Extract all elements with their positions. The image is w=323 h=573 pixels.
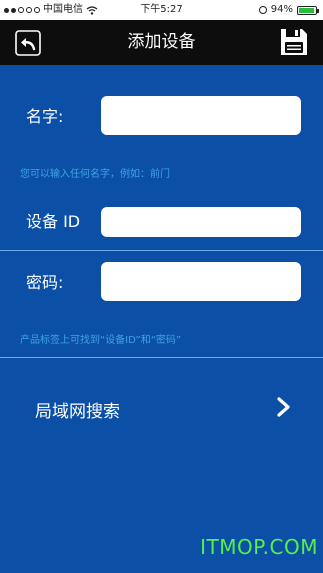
orientation-lock-icon: [258, 6, 267, 14]
status-right: 94%: [258, 0, 319, 20]
battery-percent: 94%: [270, 4, 293, 15]
floppy-disk-icon: [281, 29, 307, 55]
divider-bottom: [0, 357, 323, 358]
chevron-right-icon: [277, 397, 290, 417]
password-input[interactable]: [101, 262, 301, 301]
name-hint: 您可以输入任何名字，例如：前门: [20, 169, 170, 180]
watermark: ITMOP.COM: [200, 535, 318, 559]
credentials-hint: 产品标签上可找到“设备ID”和“密码”: [20, 335, 182, 346]
device-id-label: 设备 ID: [26, 212, 81, 231]
header-bar: 添加设备: [0, 20, 323, 65]
save-button[interactable]: [279, 27, 309, 57]
page-title: 添加设备: [127, 32, 196, 52]
divider-top: [0, 250, 323, 251]
name-label: 名字:: [26, 107, 64, 126]
lan-search-button[interactable]: 局域网搜索: [0, 372, 323, 442]
battery-icon: [297, 5, 319, 15]
device-id-input[interactable]: [101, 207, 301, 237]
name-input[interactable]: [101, 96, 301, 135]
lan-search-label: 局域网搜索: [35, 402, 120, 422]
status-bar: 中国电信 下午5:27 94%: [0, 0, 323, 20]
password-label: 密码:: [26, 273, 64, 292]
